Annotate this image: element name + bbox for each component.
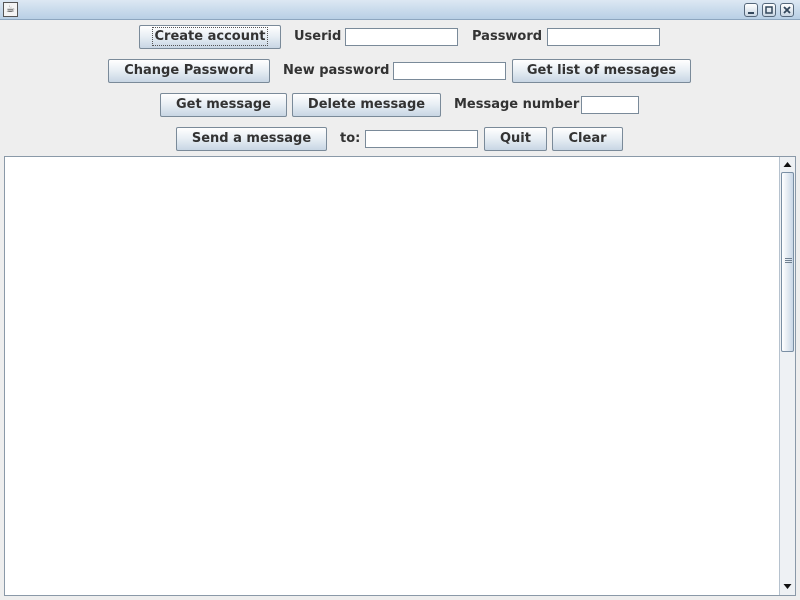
scroll-down-arrow-icon[interactable] bbox=[780, 579, 795, 594]
new-password-label: New password bbox=[283, 63, 390, 78]
userid-field[interactable] bbox=[345, 28, 458, 46]
message-number-field[interactable] bbox=[581, 96, 639, 114]
vertical-scrollbar[interactable] bbox=[779, 157, 795, 595]
delete-message-button[interactable]: Delete message bbox=[292, 93, 441, 117]
java-app-icon: ☕ bbox=[3, 2, 18, 17]
clear-label: Clear bbox=[568, 131, 607, 146]
minimize-icon[interactable] bbox=[744, 3, 758, 17]
message-number-label: Message number bbox=[454, 97, 580, 112]
output-scroll-pane bbox=[4, 156, 796, 596]
create-account-label: Create account bbox=[151, 27, 269, 46]
send-message-label: Send a message bbox=[191, 131, 312, 146]
quit-button[interactable]: Quit bbox=[484, 127, 547, 151]
to-field[interactable] bbox=[365, 130, 478, 148]
change-password-label: Change Password bbox=[124, 63, 254, 78]
message-row: Get message Delete message Message numbe… bbox=[0, 93, 800, 117]
password-row: Change Password New password Get list of… bbox=[0, 59, 800, 83]
password-field[interactable] bbox=[547, 28, 660, 46]
userid-label: Userid bbox=[294, 29, 342, 44]
get-message-label: Get message bbox=[176, 97, 271, 112]
output-text-area[interactable] bbox=[5, 157, 779, 595]
quit-label: Quit bbox=[500, 131, 531, 146]
scroll-up-arrow-icon[interactable] bbox=[780, 157, 795, 172]
close-icon[interactable] bbox=[780, 3, 794, 17]
account-row: Create account Userid Password bbox=[0, 25, 800, 49]
send-message-button[interactable]: Send a message bbox=[176, 127, 327, 151]
delete-message-label: Delete message bbox=[307, 97, 426, 112]
maximize-icon[interactable] bbox=[762, 3, 776, 17]
change-password-button[interactable]: Change Password bbox=[108, 59, 270, 83]
get-list-label: Get list of messages bbox=[526, 63, 677, 78]
title-bar[interactable]: ☕ bbox=[0, 0, 800, 20]
get-list-of-messages-button[interactable]: Get list of messages bbox=[512, 59, 691, 83]
to-label: to: bbox=[340, 131, 361, 146]
create-account-button[interactable]: Create account bbox=[139, 25, 281, 49]
clear-button[interactable]: Clear bbox=[552, 127, 623, 151]
send-row: Send a message to: Quit Clear bbox=[0, 127, 800, 151]
new-password-field[interactable] bbox=[393, 62, 506, 80]
password-label: Password bbox=[472, 29, 543, 44]
get-message-button[interactable]: Get message bbox=[160, 93, 287, 117]
scrollbar-thumb[interactable] bbox=[781, 172, 794, 352]
